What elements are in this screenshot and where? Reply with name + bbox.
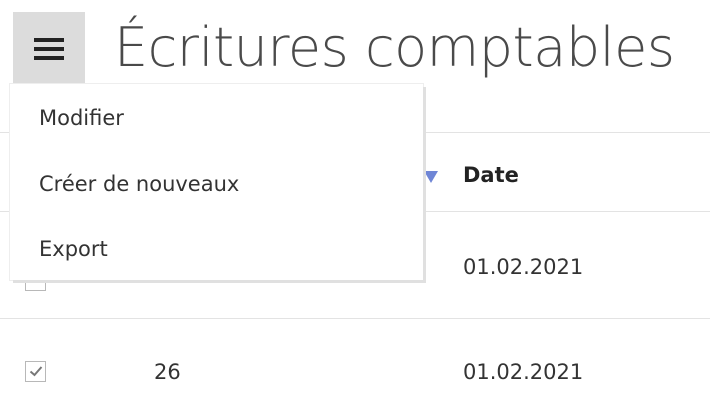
menu-item-modifier[interactable]: Modifier xyxy=(10,86,423,150)
menu-toggle-button[interactable] xyxy=(13,12,85,86)
page: Écritures comptables Date 01.02.2021 26 … xyxy=(0,0,710,400)
row-checkbox-checked[interactable] xyxy=(25,361,46,382)
row-divider xyxy=(0,318,710,319)
page-title: Écritures comptables xyxy=(114,16,675,79)
hamburger-icon xyxy=(34,37,64,61)
column-header-date[interactable]: Date xyxy=(463,160,519,190)
sort-descending-icon[interactable] xyxy=(424,171,438,183)
cell-number: 26 xyxy=(154,360,181,384)
cell-date: 01.02.2021 xyxy=(463,360,584,384)
checkmark-icon xyxy=(29,362,43,381)
menu-item-export[interactable]: Export xyxy=(10,217,423,281)
actions-dropdown-menu: Modifier Créer de nouveaux Export xyxy=(10,84,423,280)
menu-item-creer-de-nouveaux[interactable]: Créer de nouveaux xyxy=(10,152,423,216)
cell-date: 01.02.2021 xyxy=(463,255,584,279)
